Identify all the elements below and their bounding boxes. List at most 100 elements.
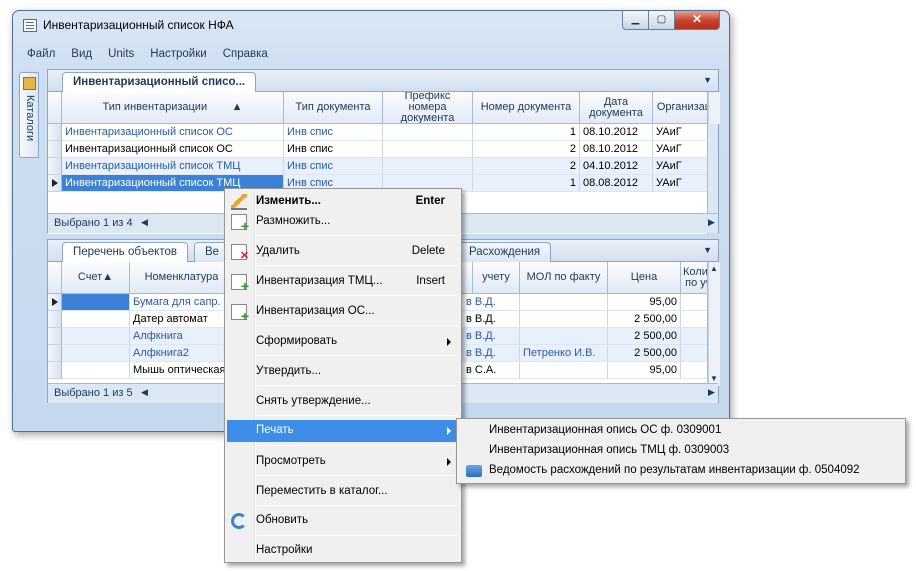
cell-account[interactable]	[62, 362, 130, 379]
scroll-down-icon[interactable]: ▼	[710, 374, 718, 383]
cell-price[interactable]: 95,00	[608, 294, 681, 311]
cell-quantity[interactable]	[681, 311, 707, 328]
cell-mol-accounting[interactable]: в В.Д.	[463, 294, 520, 311]
cell-nomenclature[interactable]: Бумага для сапр.	[130, 294, 234, 311]
column-header-account[interactable]: Счет ▲	[62, 262, 130, 294]
submenu-item-discrepancy-statement[interactable]: Ведомость расхождений по результатам инв…	[459, 461, 903, 481]
menu-item-refresh[interactable]: Обновить	[227, 510, 459, 532]
table-row[interactable]: Инвентаризационный список ТМЦ Инв спис 2…	[48, 158, 707, 175]
cell-quantity[interactable]	[681, 294, 707, 311]
cell-account[interactable]	[62, 328, 130, 345]
cell-doc-prefix[interactable]	[383, 141, 473, 158]
menu-item-move-to-catalog[interactable]: Переместить в каталог...	[227, 481, 459, 503]
menu-item-approve[interactable]: Утвердить...	[227, 361, 459, 383]
cell-price[interactable]: 2 500,00	[608, 345, 681, 362]
catalogs-side-tab[interactable]: Каталоги	[19, 72, 39, 158]
minimize-button[interactable]: ▁	[622, 11, 649, 30]
cell-inventory-type[interactable]: Инвентаризационный список ТМЦ	[62, 158, 284, 175]
menu-item-inventory-os[interactable]: Инвентаризация ОС...	[227, 301, 459, 324]
chevron-down-icon[interactable]: ▼	[703, 75, 712, 85]
cell-mol-accounting[interactable]: в В.Д.	[463, 311, 520, 328]
column-header-inventory-type[interactable]: Тип инвентаризации ▲	[62, 92, 284, 124]
row-indicator[interactable]	[48, 311, 62, 328]
menu-item-duplicate[interactable]: Размножить...	[227, 211, 459, 234]
row-indicator-current[interactable]	[48, 294, 62, 311]
column-header-doc-date[interactable]: Дата документа	[580, 92, 653, 124]
cell-nomenclature[interactable]: Мышь оптическая	[130, 362, 234, 379]
cell-organization[interactable]: УАиГ	[653, 158, 707, 175]
cell-mol-fact[interactable]: Петренко И.В.	[520, 345, 608, 362]
vertical-scrollbar[interactable]	[708, 92, 720, 124]
menu-item-unapprove[interactable]: Снять утверждение...	[227, 391, 459, 413]
cell-organization[interactable]: УАиГ	[653, 141, 707, 158]
menu-item-delete[interactable]: Удалить Delete	[227, 241, 459, 263]
scroll-right-icon[interactable]: ▶	[708, 387, 715, 398]
menu-item-edit[interactable]: Изменить... Enter	[227, 191, 459, 213]
submenu-item-inventory-tmc-form[interactable]: Инвентаризационная опись ТМЦ ф. 0309003	[459, 441, 903, 461]
cell-inventory-type[interactable]: Инвентаризационный список ОС	[62, 124, 284, 141]
cell-doc-prefix[interactable]	[383, 124, 473, 141]
menu-item-view[interactable]: Просмотреть	[227, 451, 459, 473]
cell-doc-type[interactable]: Инв спис	[284, 141, 383, 158]
cell-mol-fact[interactable]	[520, 294, 608, 311]
tab-discrepancies[interactable]: Расхождения	[458, 242, 552, 262]
table-row[interactable]: Инвентаризационный список ОС Инв спис 1 …	[48, 124, 707, 141]
cell-doc-date[interactable]: 08.10.2012	[580, 141, 653, 158]
cell-price[interactable]: 95,00	[608, 362, 681, 379]
cell-account[interactable]	[62, 345, 130, 362]
cell-doc-date[interactable]: 04.10.2012	[580, 158, 653, 175]
cell-mol-fact[interactable]	[520, 362, 608, 379]
tab-objects-list[interactable]: Перечень объектов	[62, 242, 188, 263]
cell-doc-date[interactable]: 08.08.2012	[580, 175, 653, 192]
cell-quantity[interactable]	[681, 328, 707, 345]
menu-item-form[interactable]: Сформировать	[227, 331, 459, 353]
row-indicator[interactable]	[48, 141, 62, 158]
cell-price[interactable]: 2 500,00	[608, 328, 681, 345]
row-indicator[interactable]	[48, 158, 62, 175]
cell-mol-accounting[interactable]: в В.Д.	[463, 345, 520, 362]
cell-organization[interactable]: УАиГ	[653, 124, 707, 141]
scroll-right-icon[interactable]: ▶	[708, 217, 715, 228]
cell-nomenclature[interactable]: Алфкнига2	[130, 345, 234, 362]
cell-doc-number[interactable]: 1	[473, 175, 580, 192]
cell-price[interactable]: 2 500,00	[608, 311, 681, 328]
maximize-button[interactable]: ▢	[648, 11, 675, 30]
close-button[interactable]: ✕	[674, 11, 720, 30]
cell-doc-prefix[interactable]	[383, 158, 473, 175]
menu-item-inventory-tmc[interactable]: Инвентаризация ТМЦ... Insert	[227, 271, 459, 294]
menu-file[interactable]: Файл	[19, 46, 63, 60]
menu-item-settings[interactable]: Настройки	[227, 540, 459, 562]
cell-quantity[interactable]	[681, 362, 707, 379]
menu-view[interactable]: Вид	[63, 46, 100, 60]
cell-nomenclature[interactable]: Алфкнига	[130, 328, 234, 345]
menu-units[interactable]: Units	[100, 46, 142, 60]
menu-item-print[interactable]: Печать	[227, 420, 459, 442]
column-header-quantity[interactable]: Количе по уче	[681, 262, 707, 294]
scroll-left-icon[interactable]: ◀	[141, 387, 148, 398]
row-indicator[interactable]	[48, 124, 62, 141]
cell-account[interactable]	[62, 294, 130, 311]
menu-help[interactable]: Справка	[215, 46, 276, 60]
cell-inventory-type[interactable]: Инвентаризационный список ОС	[62, 141, 284, 158]
vertical-scrollbar[interactable]: ▲ ▼	[708, 262, 720, 386]
column-header-nomenclature[interactable]: Номенклатура	[130, 262, 234, 294]
cell-doc-number[interactable]: 2	[473, 158, 580, 175]
row-indicator[interactable]	[48, 328, 62, 345]
cell-doc-date[interactable]: 08.10.2012	[580, 124, 653, 141]
column-header-doc-prefix[interactable]: Префикс номера документа	[383, 92, 473, 124]
row-indicator-current[interactable]	[48, 175, 62, 192]
column-header-mol-accounting[interactable]: учету	[473, 262, 520, 294]
column-header-mol-fact[interactable]: МОЛ по факту	[520, 262, 608, 294]
cell-account[interactable]	[62, 311, 130, 328]
cell-mol-fact[interactable]	[520, 328, 608, 345]
cell-nomenclature[interactable]: Датер автомат	[130, 311, 234, 328]
row-indicator[interactable]	[48, 362, 62, 379]
column-header-price[interactable]: Цена	[608, 262, 681, 294]
scroll-up-icon[interactable]: ▲	[710, 264, 718, 273]
column-header-doc-number[interactable]: Номер документа	[473, 92, 580, 124]
tab-inventory-list[interactable]: Инвентаризационный списо...	[62, 72, 257, 93]
cell-mol-fact[interactable]	[520, 311, 608, 328]
cell-doc-number[interactable]: 1	[473, 124, 580, 141]
cell-doc-type[interactable]: Инв спис	[284, 124, 383, 141]
column-header-organization[interactable]: Организация	[653, 92, 707, 124]
